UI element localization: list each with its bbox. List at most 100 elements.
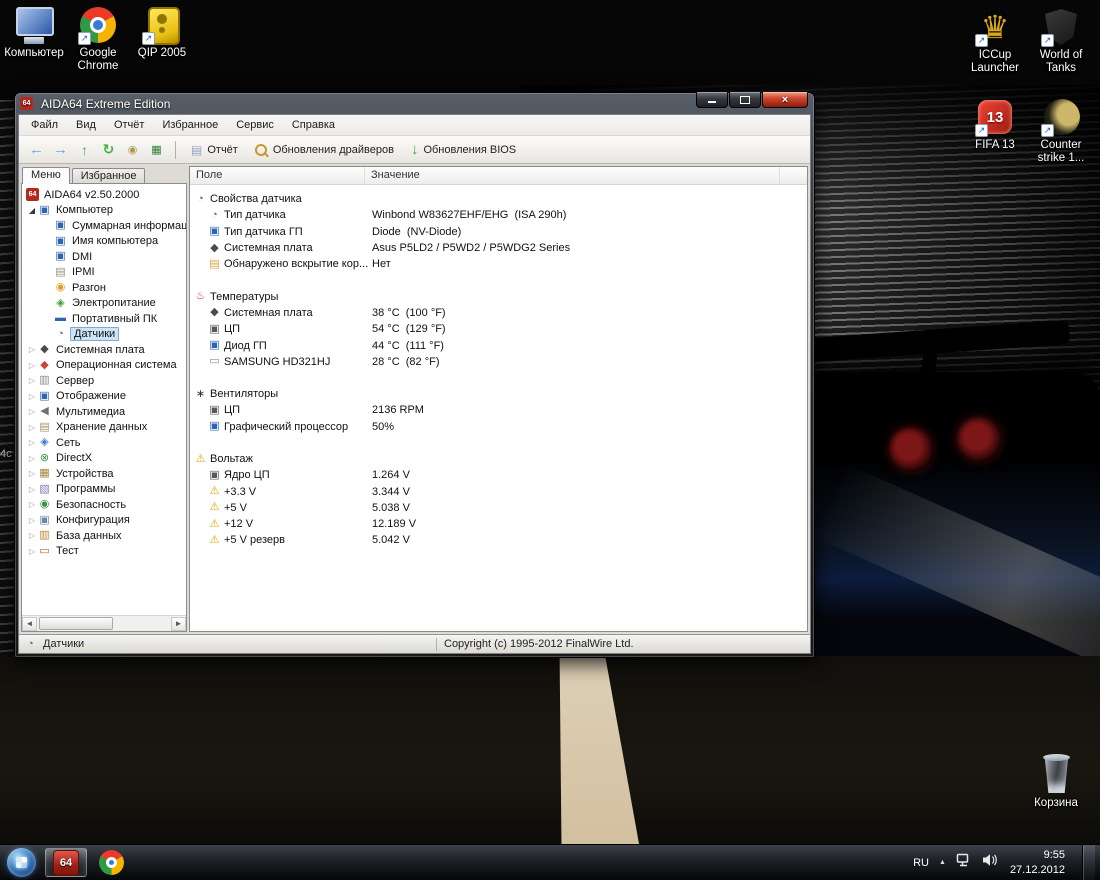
field-row[interactable]: ▣ЦП2136 RPM bbox=[194, 402, 803, 418]
expander-closed-icon[interactable]: ▷ bbox=[26, 485, 38, 494]
tree-item[interactable]: ◉Разгон bbox=[22, 280, 186, 296]
network-icon[interactable] bbox=[956, 853, 972, 872]
report-manager-button[interactable]: ◉ bbox=[121, 143, 144, 156]
desktop-icon-world-of-tanks[interactable]: ↗World of Tanks bbox=[1029, 6, 1093, 96]
field-row[interactable]: ▣Графический процессор50% bbox=[194, 419, 803, 435]
desktop-icon-google-chrome[interactable]: ↗Google Chrome bbox=[66, 4, 130, 73]
forward-button[interactable]: → bbox=[49, 141, 72, 158]
back-button[interactable]: ← bbox=[25, 141, 48, 158]
expander-closed-icon[interactable]: ▷ bbox=[26, 469, 38, 478]
show-desktop-button[interactable] bbox=[1082, 845, 1095, 880]
expander-closed-icon[interactable]: ▷ bbox=[26, 407, 38, 416]
expander-closed-icon[interactable]: ▷ bbox=[26, 454, 38, 463]
expander-closed-icon[interactable]: ▷ bbox=[26, 531, 38, 540]
tree-item[interactable]: ▷▭Тест bbox=[22, 544, 186, 560]
tree-item[interactable]: ▷▣Отображение bbox=[22, 389, 186, 405]
field-row[interactable]: ⚠+3.3 V3.344 V bbox=[194, 483, 803, 499]
field-row[interactable]: ▣ЦП54 °C (129 °F) bbox=[194, 321, 803, 337]
start-button[interactable] bbox=[7, 848, 36, 877]
menu-item[interactable]: Избранное bbox=[153, 117, 227, 133]
field-row[interactable]: ⚠+5 V резерв5.042 V bbox=[194, 532, 803, 548]
section-header-row[interactable]: ◔Свойства датчика bbox=[194, 191, 803, 207]
expander-closed-icon[interactable]: ▷ bbox=[26, 516, 38, 525]
tree-item[interactable]: ▷▤Хранение данных bbox=[22, 420, 186, 436]
expander-closed-icon[interactable]: ▷ bbox=[26, 345, 38, 354]
menu-item[interactable]: Отчёт bbox=[105, 117, 153, 133]
expander-closed-icon[interactable]: ▷ bbox=[26, 547, 38, 556]
tree-item[interactable]: ▷◆Системная плата bbox=[22, 342, 186, 358]
scroll-left-arrow-icon[interactable]: ◄ bbox=[22, 617, 37, 631]
section-header-row[interactable]: ♨Температуры bbox=[194, 288, 803, 304]
tree-item[interactable]: ▷◉Безопасность bbox=[22, 497, 186, 513]
close-button[interactable]: × bbox=[762, 92, 808, 108]
tab-favorites[interactable]: Избранное bbox=[72, 168, 146, 184]
tree-item[interactable]: ▷▦Устройства bbox=[22, 466, 186, 482]
expander-closed-icon[interactable]: ▷ bbox=[26, 500, 38, 509]
title-bar[interactable]: 64 AIDA64 Extreme Edition × bbox=[18, 93, 811, 114]
expander-closed-icon[interactable]: ▷ bbox=[26, 361, 38, 370]
tree-item[interactable]: ▷◀Мультимедиа bbox=[22, 404, 186, 420]
field-row[interactable]: ▣Ядро ЦП1.264 V bbox=[194, 467, 803, 483]
column-field[interactable]: Поле bbox=[190, 167, 365, 184]
tree-item[interactable]: ◈Электропитание bbox=[22, 296, 186, 312]
tree-item[interactable]: ▤IPMI bbox=[22, 265, 186, 281]
tree-item[interactable]: ▣DMI bbox=[22, 249, 186, 265]
volume-icon[interactable] bbox=[982, 853, 998, 872]
horizontal-scrollbar[interactable]: ◄ ► bbox=[22, 615, 186, 631]
tree-item[interactable]: ◔Датчики bbox=[22, 327, 186, 343]
expander-closed-icon[interactable]: ▷ bbox=[26, 423, 38, 432]
scroll-right-arrow-icon[interactable]: ► bbox=[171, 617, 186, 631]
field-row[interactable]: ◆Системная плата38 °C (100 °F) bbox=[194, 305, 803, 321]
field-row[interactable]: ▣Диод ГП44 °C (111 °F) bbox=[194, 337, 803, 353]
menu-item[interactable]: Справка bbox=[283, 117, 344, 133]
field-row[interactable]: ◆Системная платаAsus P5LD2 / P5WD2 / P5W… bbox=[194, 240, 803, 256]
minimize-button[interactable] bbox=[696, 92, 728, 108]
tree-item[interactable]: ◢▣Компьютер bbox=[22, 203, 186, 219]
desktop-icon-qip-2005[interactable]: ↗QIP 2005 bbox=[130, 4, 194, 73]
tree-item[interactable]: ▷▥Сервер bbox=[22, 373, 186, 389]
tab-menu[interactable]: Меню bbox=[22, 167, 70, 184]
driver-updates-button[interactable]: Обновления драйверов bbox=[247, 141, 402, 159]
section-header-row[interactable]: ∗Вентиляторы bbox=[194, 386, 803, 402]
section-header-row[interactable]: ⚠Вольтаж bbox=[194, 451, 803, 467]
desktop-icon-fifa-13[interactable]: 13↗FIFA 13 bbox=[963, 96, 1027, 186]
desktop-icon-iccup-launcher[interactable]: ↗ICCup Launcher bbox=[963, 6, 1027, 96]
desktop-icon-recycle-bin[interactable]: Корзина bbox=[1024, 754, 1088, 810]
field-row[interactable]: ◔Тип датчикаWinbond W83627EHF/EHG (ISA 2… bbox=[194, 207, 803, 223]
refresh-button[interactable]: ↻ bbox=[97, 141, 120, 158]
expander-closed-icon[interactable]: ▷ bbox=[26, 392, 38, 401]
taskbar-button-chrome[interactable] bbox=[90, 848, 132, 877]
field-row[interactable]: ⚠+12 V12.189 V bbox=[194, 516, 803, 532]
field-row[interactable]: ⚠+5 V5.038 V bbox=[194, 500, 803, 516]
expander-open-icon[interactable]: ◢ bbox=[26, 206, 38, 215]
report-button[interactable]: ▤ Отчёт bbox=[183, 140, 246, 160]
expander-closed-icon[interactable]: ▷ bbox=[26, 376, 38, 385]
tree-item[interactable]: ▣Имя компьютера bbox=[22, 234, 186, 250]
column-value[interactable]: Значение bbox=[365, 167, 780, 184]
menu-item[interactable]: Вид bbox=[67, 117, 105, 133]
tray-clock[interactable]: 9:55 27.12.2012 bbox=[1010, 848, 1065, 877]
menu-item[interactable]: Сервис bbox=[227, 117, 283, 133]
scrollbar-thumb[interactable] bbox=[39, 617, 113, 630]
taskbar-button-aida64[interactable]: 64 bbox=[45, 848, 87, 877]
tree-item[interactable]: ▷◆Операционная система bbox=[22, 358, 186, 374]
field-row[interactable]: ▭SAMSUNG HD321HJ28 °C (82 °F) bbox=[194, 354, 803, 370]
tree-item[interactable]: ▷▣Конфигурация bbox=[22, 513, 186, 529]
tree-item[interactable]: ▷▧Программы bbox=[22, 482, 186, 498]
desktop-icon-computer[interactable]: Компьютер bbox=[2, 4, 66, 73]
tree-item[interactable]: ▣Суммарная информация bbox=[22, 218, 186, 234]
tree-item[interactable]: ▬Портативный ПК bbox=[22, 311, 186, 327]
tray-expand-icon[interactable]: ▲ bbox=[939, 859, 946, 866]
tree-item[interactable]: ▷▥База данных bbox=[22, 528, 186, 544]
tree-item[interactable]: 64AIDA64 v2.50.2000 bbox=[22, 187, 186, 203]
language-indicator[interactable]: RU bbox=[913, 857, 929, 869]
field-row[interactable]: ▤Обнаружено вскрытие кор...Нет bbox=[194, 256, 803, 272]
expander-closed-icon[interactable]: ▷ bbox=[26, 438, 38, 447]
field-row[interactable]: ▣Тип датчика ГПDiode (NV-Diode) bbox=[194, 224, 803, 240]
tree-item[interactable]: ▷⊗DirectX bbox=[22, 451, 186, 467]
monitor-button[interactable]: ▦ bbox=[145, 143, 168, 156]
desktop-icon-counter-strike[interactable]: ↗Counter strike 1... bbox=[1029, 96, 1093, 186]
bios-updates-button[interactable]: ↓ Обновления BIOS bbox=[403, 138, 524, 161]
maximize-button[interactable] bbox=[729, 92, 761, 108]
menu-item[interactable]: Файл bbox=[22, 117, 67, 133]
